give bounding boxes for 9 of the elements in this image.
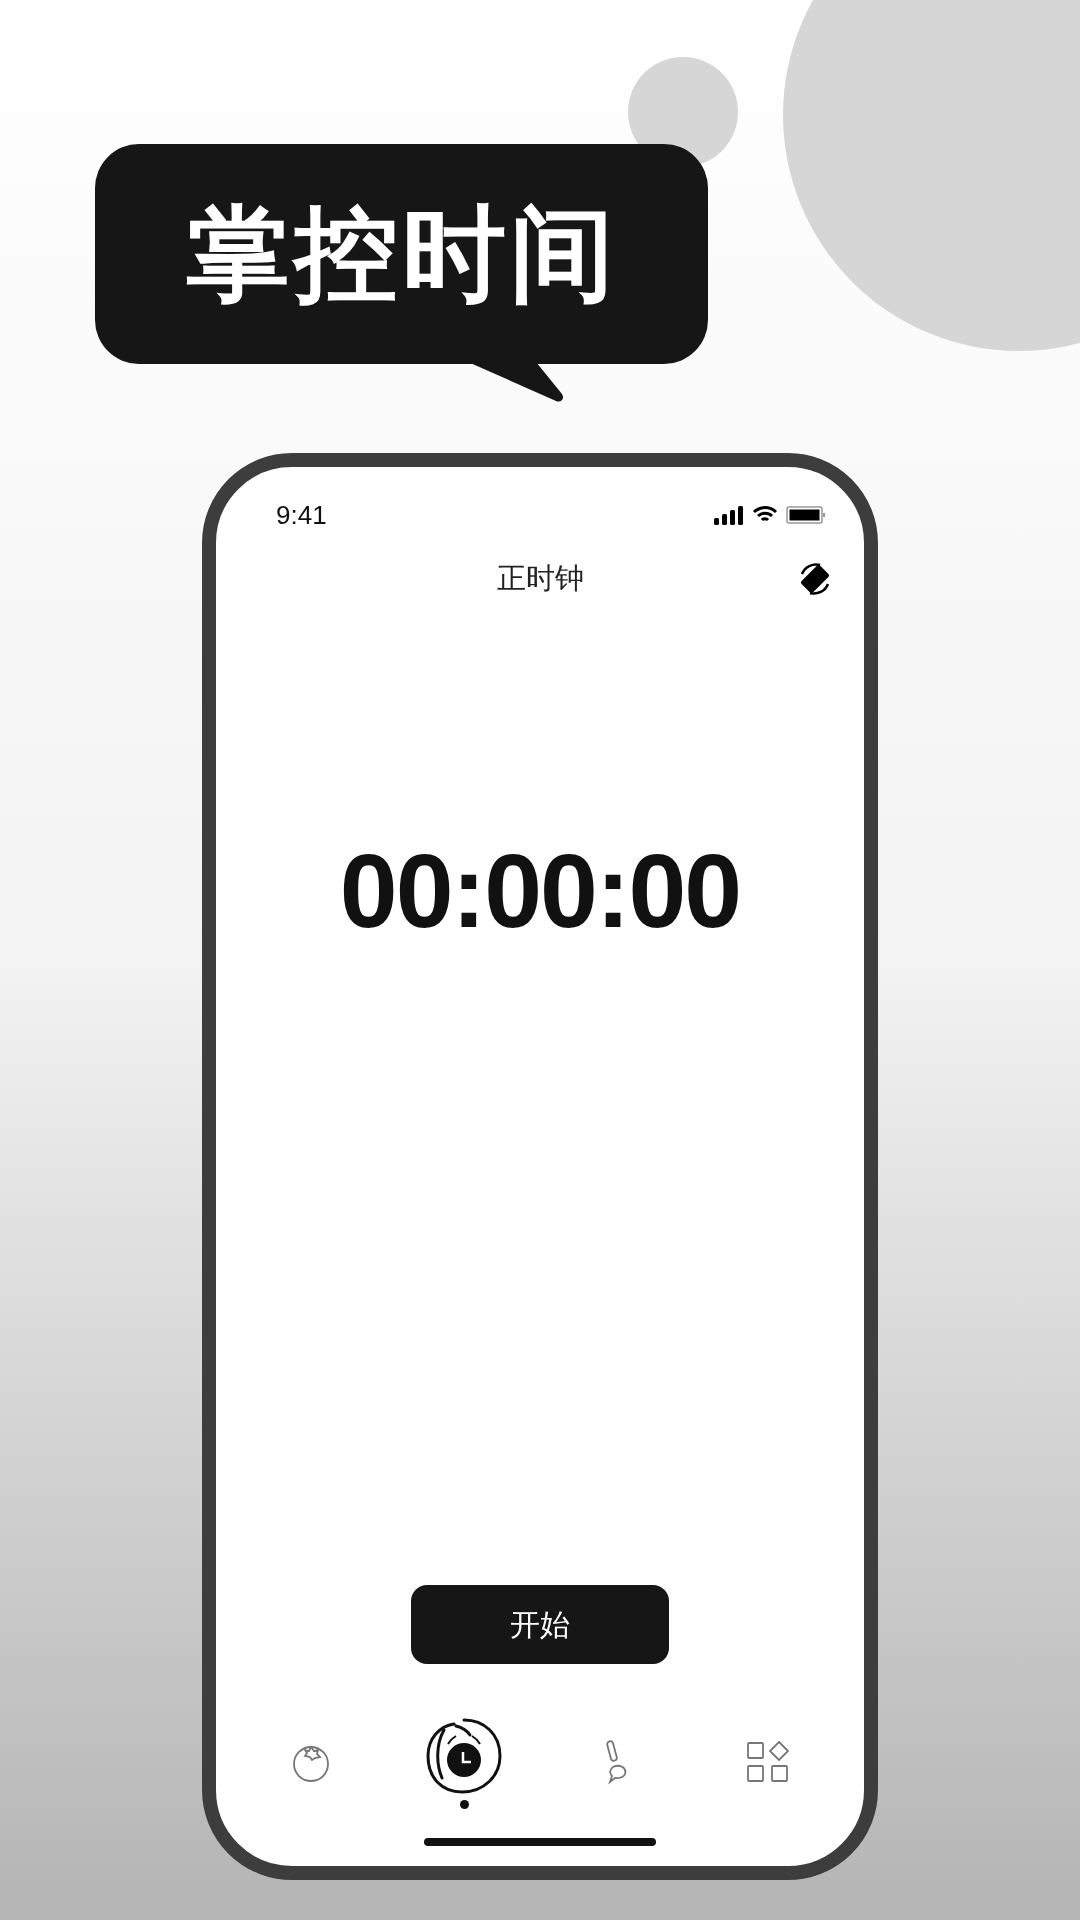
signal-icon (714, 505, 744, 525)
banner-title: 掌控时间 (185, 202, 618, 306)
battery-icon (786, 505, 826, 525)
apps-grid-icon (746, 1740, 790, 1784)
timer-display: 00:00:00 (339, 839, 741, 943)
header-title: 正时钟 (496, 561, 584, 597)
brush-icon (603, 1739, 629, 1785)
start-button[interactable]: 开始 (411, 1585, 669, 1664)
status-time: 9:41 (276, 498, 327, 532)
